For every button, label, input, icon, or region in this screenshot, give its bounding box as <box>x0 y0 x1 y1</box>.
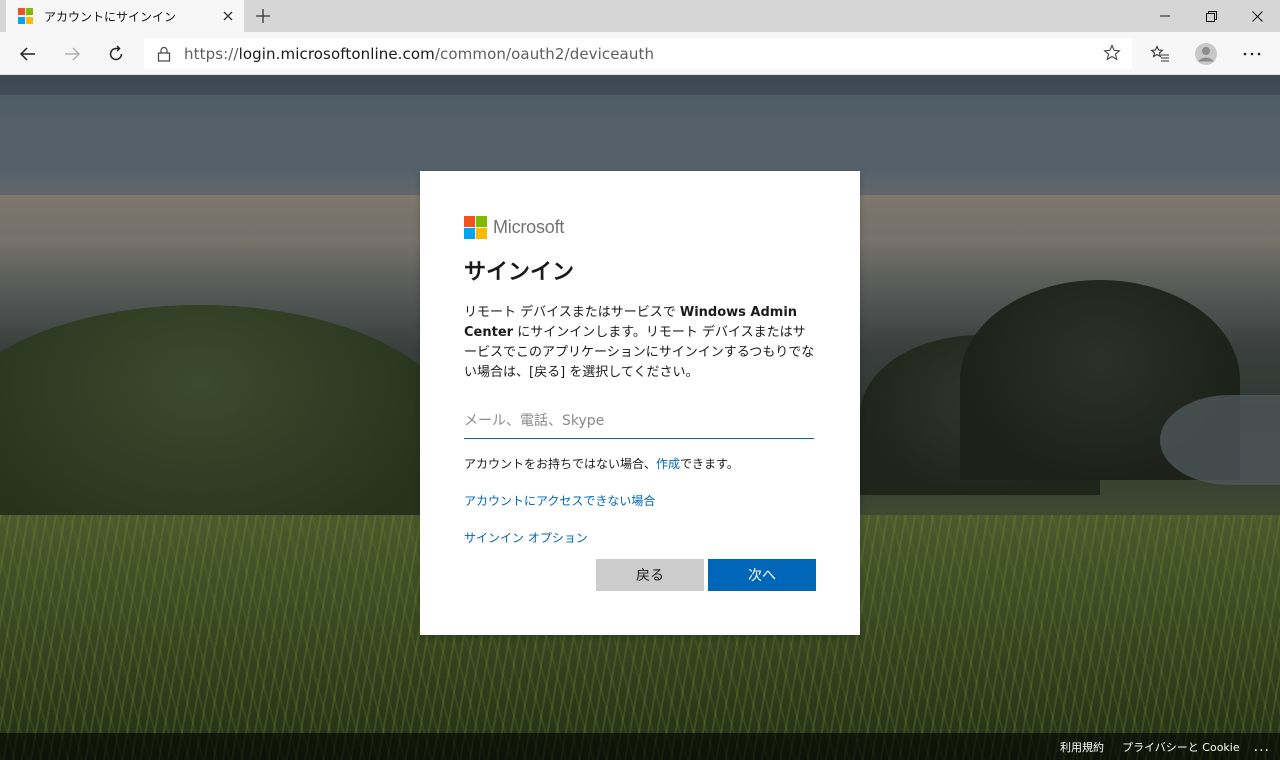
minimize-icon[interactable] <box>1142 0 1188 32</box>
url-host: login.microsoftonline.com <box>238 44 435 63</box>
cant-access-account-link[interactable]: アカウントにアクセスできない場合 <box>464 494 655 508</box>
page-footer: 利用規約 プライバシーと Cookie ... <box>0 733 1280 760</box>
url-text[interactable]: https://login.microsoftonline.com/common… <box>184 45 654 63</box>
microsoft-logo: Microsoft <box>464 215 816 239</box>
create-account-link[interactable]: 作成 <box>656 457 680 471</box>
lock-icon[interactable] <box>144 46 184 62</box>
new-tab-icon[interactable] <box>250 4 276 28</box>
signin-card: Microsoft サインイン リモート デバイスまたはサービスで Window… <box>420 171 860 635</box>
button-row: 戻る 次へ <box>596 559 816 591</box>
page-title: サインイン <box>464 260 575 285</box>
browser-navbar: https://login.microsoftonline.com/common… <box>0 32 1280 75</box>
refresh-icon[interactable] <box>98 36 134 72</box>
browser-titlebar: アカウントにサインイン <box>0 0 1280 32</box>
no-account-suffix: できます。 <box>680 457 739 471</box>
microsoft-wordmark: Microsoft <box>493 216 565 237</box>
back-button[interactable]: 戻る <box>596 559 704 591</box>
address-bar[interactable]: https://login.microsoftonline.com/common… <box>144 38 1132 69</box>
tab-close-icon[interactable] <box>216 4 240 28</box>
signin-options-link[interactable]: サインイン オプション <box>464 531 588 545</box>
footer-more-icon[interactable]: ... <box>1254 739 1270 755</box>
description-text: リモート デバイスまたはサービスで <box>464 305 680 320</box>
email-input[interactable] <box>464 403 814 439</box>
back-icon[interactable] <box>10 36 46 72</box>
next-button[interactable]: 次へ <box>708 559 816 591</box>
microsoft-logo-icon <box>464 215 487 239</box>
tab-title: アカウントにサインイン <box>44 9 177 24</box>
url-path: /common/oauth2/deviceauth <box>434 44 655 63</box>
background-clouds <box>0 95 1280 165</box>
forward-icon[interactable] <box>54 36 90 72</box>
signin-description: リモート デバイスまたはサービスで Windows Admin Center に… <box>464 303 816 383</box>
microsoft-favicon-icon <box>18 8 34 24</box>
url-scheme: https:// <box>184 44 239 63</box>
no-account-prefix: アカウントをお持ちではない場合、 <box>464 457 657 471</box>
no-account-text: アカウントをお持ちではない場合、作成できます。 <box>464 455 816 472</box>
description-text: にサインインします。リモート デバイスまたはサービスでこのアプリケーションにサイ… <box>464 325 815 380</box>
privacy-cookies-link[interactable]: プライバシーと Cookie <box>1122 739 1240 755</box>
restore-icon[interactable] <box>1188 0 1234 32</box>
terms-of-use-link[interactable]: 利用規約 <box>1060 739 1104 755</box>
close-window-icon[interactable] <box>1234 0 1280 32</box>
browser-tab[interactable]: アカウントにサインイン <box>6 0 244 32</box>
more-icon[interactable] <box>1234 36 1270 72</box>
favorite-star-icon[interactable] <box>1102 43 1122 63</box>
favorites-icon[interactable] <box>1142 36 1178 72</box>
profile-icon[interactable] <box>1188 36 1224 72</box>
